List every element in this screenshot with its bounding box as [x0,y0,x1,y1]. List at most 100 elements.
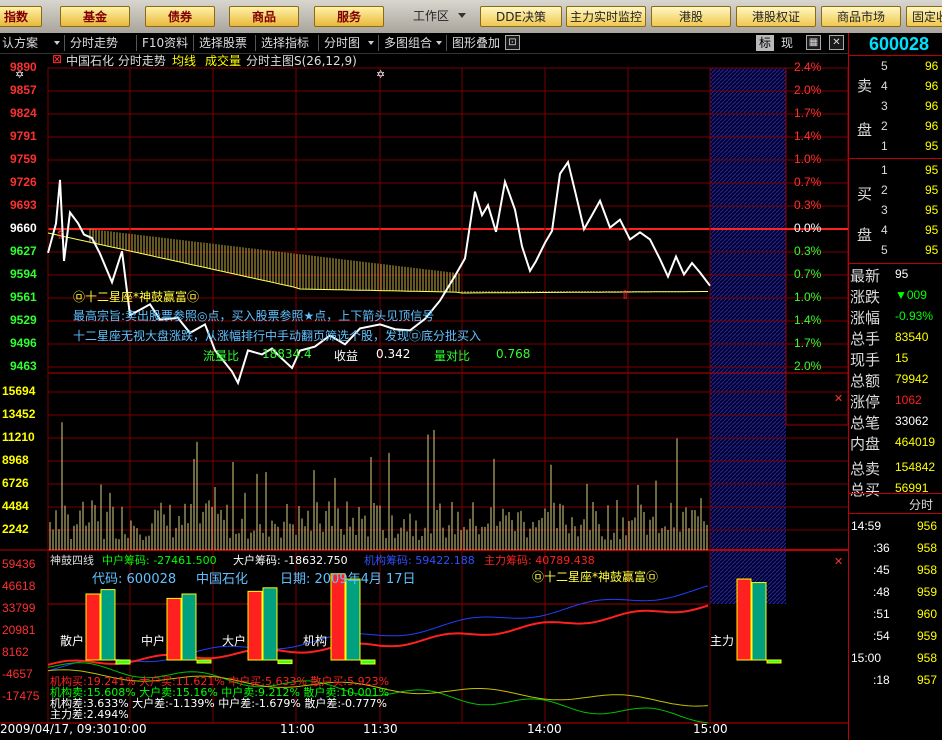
price-tick: 9791 [10,129,37,143]
indicator-tick: 33799 [2,601,36,615]
tick-time: :18 [873,673,890,687]
stat-value: 1062 [895,393,922,407]
chart-close-icon[interactable]: ⊠ [52,52,62,66]
hk-warrant-button[interactable]: 港股权证 [736,6,816,27]
dde-decision-button[interactable]: DDE决策 [480,6,562,27]
indicator-tick: -4657 [2,667,33,681]
sell-label: 卖 [857,78,873,95]
annotation-brand: ㉤十二星座*神鼓赢富㉤ [73,290,200,304]
hk-stock-button[interactable]: 港股 [651,6,731,27]
close-icon[interactable]: ✕ [834,392,843,405]
grid-icon[interactable]: ▦ [806,35,821,50]
sell-bar [100,589,116,661]
indicator-inst-value: 机构筹码: 59422.188 [364,554,475,567]
price-tick: 9890 [10,60,37,74]
tick-time: :51 [873,607,890,621]
main-force-monitor-button[interactable]: 主力实时监控 [566,6,646,27]
buy-level-price: 95 [925,163,939,177]
stat-label: 总额 [850,373,881,390]
multi-chart-menu[interactable]: 多图组合 [378,35,432,51]
up-arrow-icon: ⇑ [55,228,65,242]
volume-tick: 2242 [2,522,29,536]
tab-current[interactable]: 现 [781,35,793,51]
time-10: 10:00 [112,722,147,736]
chevron-down-icon[interactable] [54,41,60,45]
tick-price: 958 [917,651,938,665]
diff-bar [277,659,293,665]
buy-level-price: 95 [925,203,939,217]
sell-level-price: 96 [925,119,939,133]
buy-bar [736,578,752,661]
tick-time: :45 [873,563,890,577]
indicator-mid-value: 中户筹码: -27461.500 [102,554,217,567]
intraday-chart-menu[interactable]: 分时图 [318,35,360,51]
chevron-down-icon[interactable] [436,41,442,45]
sell-level-index: 2 [881,119,888,133]
indicator-tick: -17475 [2,689,40,703]
selected-tick-highlight [849,705,942,725]
price-tick: 9529 [10,313,37,327]
stat-value: 83540 [895,330,929,344]
tick-time: 15:00 [851,651,882,665]
volume-tick: 15694 [2,384,36,398]
tab-standard[interactable]: 标 [756,35,774,51]
percent-tick: 1.7% [794,106,822,120]
chevron-down-icon[interactable] [368,41,374,45]
stat-label: 最新 [850,268,881,285]
percent-tick: 0.7% [794,175,822,189]
indicator-big-value: 大户筹码: -18632.750 [233,554,348,567]
volume-ratio-value: 0.768 [496,347,531,361]
stat-label: 现手 [850,352,881,369]
f10-tab[interactable]: F10资料 [136,35,188,51]
fund-button[interactable]: 基金 [60,6,130,27]
price-tick: 9463 [10,359,37,373]
indicator-main-value: 主力筹码: 40789.438 [484,554,595,567]
stat-value: -0.93% [895,309,934,323]
index-button[interactable]: 指数 [0,6,42,27]
select-indicator-button[interactable]: 选择指标 [255,35,309,51]
group-label-mid: 中户 [141,634,166,648]
flow-ratio-value: 18834.4 [262,347,312,361]
percent-tick: 2.0% [794,83,822,97]
close-icon[interactable]: ✕ [834,555,843,568]
buy-label-2: 盘 [857,227,873,244]
percent-tick: 1.0% [794,152,822,166]
stat-label: 总手 [850,331,881,348]
sell-level-index: 1 [881,139,888,153]
group-label-retail: 散户 [60,634,85,648]
scheme-menu[interactable]: 认方案 [2,35,38,51]
intraday-tab[interactable]: 分时走势 [64,35,118,51]
workspace-menu[interactable]: 工作区 [413,6,457,27]
volume-ratio-label: 量对比 [434,349,471,363]
lock-icon[interactable]: ⊡ [505,35,520,50]
sell-bar [345,578,361,661]
buy-level-index: 1 [881,163,888,177]
chart-toolbar: 认方案 分时走势 F10资料 选择股票 选择指标 分时图 多图组合 图形叠加 ⊡… [0,33,848,54]
percent-tick: 0.7% [794,267,822,281]
chevron-down-icon[interactable] [458,13,466,18]
sell-level-price: 96 [925,59,939,73]
commodity-market-button[interactable]: 商品市场 [821,6,901,27]
stock-code: 600028 [869,34,930,54]
service-button[interactable]: 服务 [314,6,384,27]
sell-bar [181,593,197,661]
indicator-tick: 20981 [2,623,36,637]
top-menu-bar: 指数 基金 债券 商品 服务 工作区 DDE决策 主力实时监控 港股 港股权证 … [0,0,942,34]
close-icon[interactable]: ✕ [829,35,844,50]
group-label-main: 主力 [710,634,735,648]
percent-tick: 0.3% [794,244,822,258]
price-tick: 9824 [10,106,37,120]
select-stock-button[interactable]: 选择股票 [193,35,247,51]
group-label-big: 大户 [222,634,247,648]
price-tick: 9857 [10,83,37,97]
commodity-button[interactable]: 商品 [229,6,299,27]
annotation-note: 十二星座无视大盘涨跌，从涨幅排行中手动翻页筛选个股，发现㉤底分批买入 [73,329,482,343]
buy-level-index: 2 [881,183,888,197]
percent-tick: 2.0% [794,359,822,373]
overlay-menu[interactable]: 图形叠加 [446,35,500,51]
time-15: 15:00 [693,722,728,736]
percent-tick: 0.3% [794,198,822,212]
fixed-income-button[interactable]: 固定收 [906,6,942,27]
price-tick: 9627 [10,244,37,258]
bond-button[interactable]: 债券 [145,6,215,27]
